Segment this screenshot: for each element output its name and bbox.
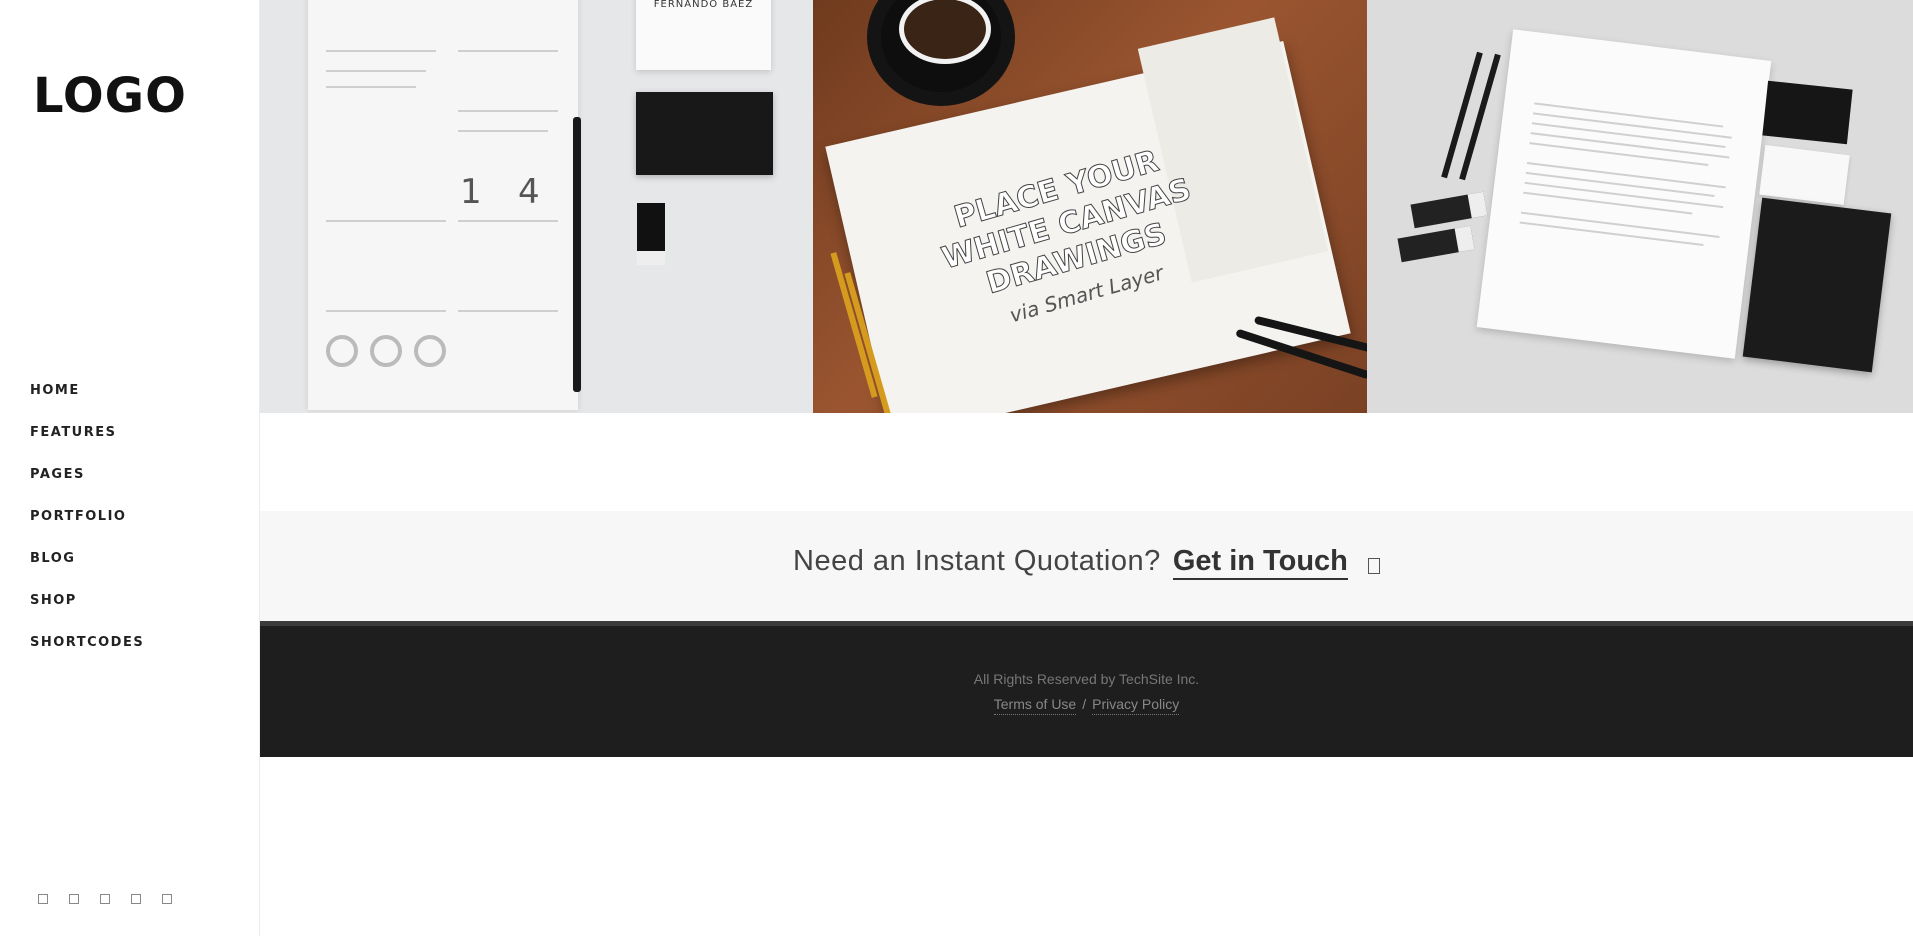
footer: All Rights Reserved by TechSite Inc. Ter… — [260, 621, 1913, 757]
footer-links: Terms of Use / Privacy Policy — [260, 696, 1913, 715]
pencil-graphic — [573, 117, 581, 392]
pinterest-icon[interactable] — [162, 894, 172, 904]
portfolio-image-resume[interactable]: 1 4 FERNANDO BÁEZ — [260, 0, 813, 413]
business-card-black — [1762, 80, 1853, 145]
eraser-graphic — [1410, 191, 1488, 229]
business-card-white: FERNANDO BÁEZ — [636, 0, 771, 70]
main-nav: HOME FEATURES PAGES PORTFOLIO BLOG SHOP … — [30, 381, 144, 675]
portfolio-gallery: 1 4 FERNANDO BÁEZ PLACE YOUR WHITE CANVA… — [260, 0, 1913, 413]
nav-item-features[interactable]: FEATURES — [30, 423, 144, 465]
portfolio-image-stationery[interactable] — [1367, 0, 1913, 413]
business-card-white — [1759, 145, 1850, 205]
letterhead-graphic — [1476, 29, 1772, 359]
dribbble-icon[interactable] — [131, 894, 141, 904]
notebook-graphic — [1742, 197, 1892, 373]
get-in-touch-link[interactable]: Get in Touch — [1172, 545, 1348, 580]
twitter-icon[interactable] — [69, 894, 79, 904]
social-links — [38, 894, 172, 904]
nav-item-pages[interactable]: PAGES — [30, 465, 144, 507]
nav-item-shop[interactable]: SHOP — [30, 591, 144, 633]
sidebar: LOGO HOME FEATURES PAGES PORTFOLIO BLOG … — [0, 0, 260, 936]
resume-mockup: 1 4 — [308, 0, 578, 410]
nav-item-shortcodes[interactable]: SHORTCODES — [30, 633, 144, 675]
privacy-policy-link[interactable]: Privacy Policy — [1092, 696, 1180, 715]
footer-separator: / — [1082, 696, 1087, 712]
portfolio-image-sketchbook[interactable]: PLACE YOUR WHITE CANVAS DRAWINGS via Sma… — [813, 0, 1367, 413]
instagram-icon[interactable] — [100, 894, 110, 904]
nav-item-portfolio[interactable]: PORTFOLIO — [30, 507, 144, 549]
site-logo[interactable]: LOGO — [33, 72, 187, 120]
cta-text: Need an Instant Quotation? — [793, 545, 1161, 577]
nav-item-blog[interactable]: BLOG — [30, 549, 144, 591]
terms-of-use-link[interactable]: Terms of Use — [993, 696, 1077, 715]
arrow-icon[interactable] — [1367, 558, 1380, 574]
business-card-black — [636, 92, 773, 175]
facebook-icon[interactable] — [38, 894, 48, 904]
resume-number-b: 4 — [518, 172, 540, 212]
eraser-graphic — [637, 203, 665, 265]
quotation-cta: Need an Instant Quotation? Get in Touch — [260, 511, 1913, 621]
resume-number-a: 1 — [460, 172, 482, 212]
copyright-text: All Rights Reserved by TechSite Inc. — [973, 671, 1200, 687]
nav-item-home[interactable]: HOME — [30, 381, 144, 423]
